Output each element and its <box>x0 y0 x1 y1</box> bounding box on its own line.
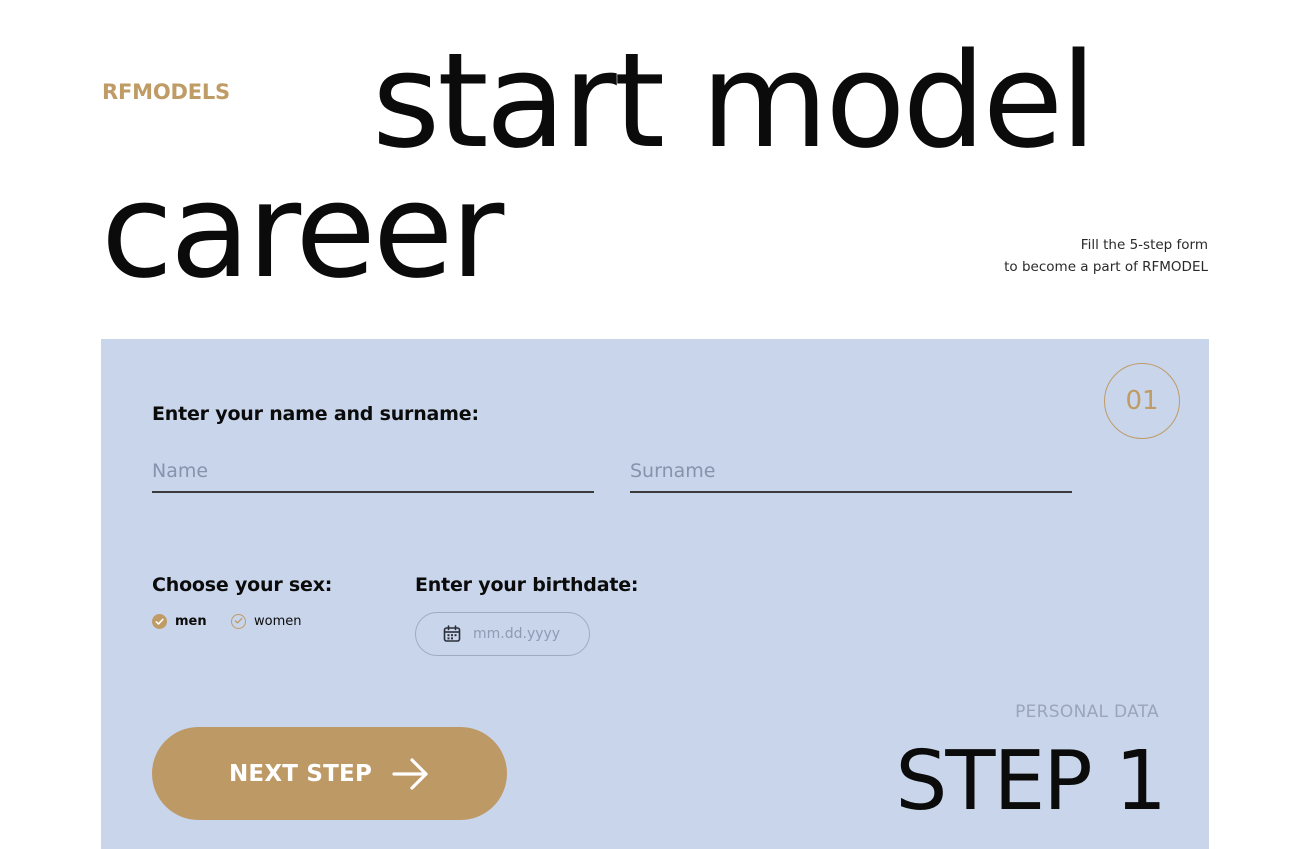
birthdate-input[interactable]: mm.dd.yyyy <box>415 612 590 656</box>
name-input[interactable] <box>152 451 594 493</box>
sex-option-men-label: men <box>175 613 207 629</box>
sex-option-women[interactable]: women <box>231 611 302 631</box>
arrow-right-icon <box>392 757 428 790</box>
birthdate-section-label: Enter your birthdate: <box>415 574 639 596</box>
step-number-badge: 01 <box>1104 363 1180 439</box>
check-circle-outline-icon <box>231 613 246 629</box>
sex-option-women-label: women <box>254 613 302 629</box>
step-caption: PERSONAL DATA <box>1015 702 1159 722</box>
brand-logo[interactable]: RFMODELS <box>102 80 230 104</box>
calendar-icon <box>443 625 461 642</box>
sex-section-label: Choose your sex: <box>152 574 333 596</box>
check-circle-icon <box>152 613 167 629</box>
application-form-panel: 01 Enter your name and surname: Choose y… <box>101 339 1209 849</box>
step-title: STEP 1 <box>895 734 1167 829</box>
sex-option-men[interactable]: men <box>152 611 207 631</box>
birthdate-placeholder: mm.dd.yyyy <box>473 626 561 642</box>
hero-subtitle: Fill the 5-step form to become a part of… <box>1004 234 1208 278</box>
subtitle-line-1: Fill the 5-step form <box>1080 237 1208 253</box>
hero-title-line-2: career <box>101 154 504 307</box>
surname-input[interactable] <box>630 451 1072 493</box>
name-section-label: Enter your name and surname: <box>152 403 479 425</box>
next-step-label: NEXT STEP <box>228 760 372 787</box>
subtitle-line-2: to become a part of RFMODEL <box>1004 259 1208 275</box>
next-step-button[interactable]: NEXT STEP <box>152 727 507 820</box>
